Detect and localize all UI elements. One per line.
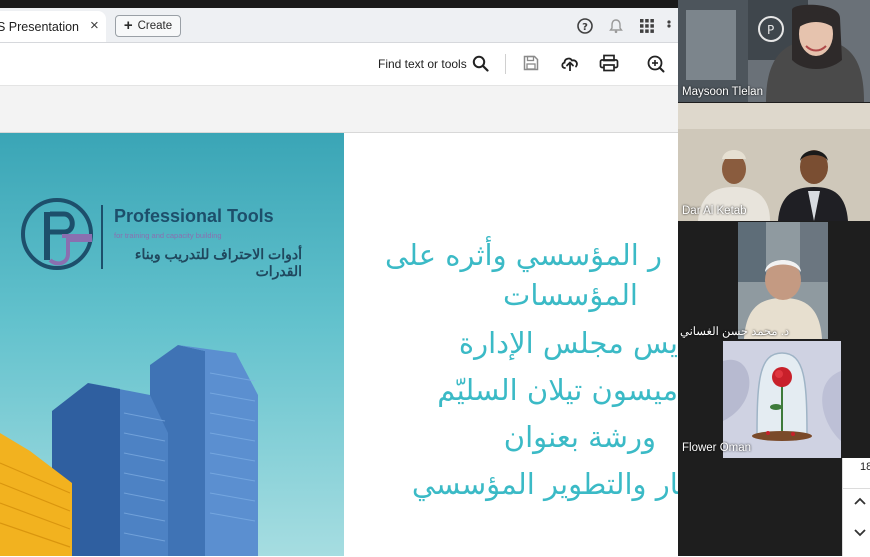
chevron-up-icon[interactable] (854, 496, 866, 506)
slide-image-panel (0, 133, 344, 556)
scroll-separator (842, 488, 870, 489)
participant-tile-2[interactable]: Dar Al Ketab (678, 103, 870, 221)
help-icon[interactable]: ? (577, 18, 593, 34)
plus-icon: + (123, 17, 133, 34)
participant-name-3: د. محمد حسن الغساني (680, 326, 790, 338)
participant-video-2 (678, 103, 870, 221)
slide-line-5: ورشة بعنوان (503, 420, 656, 454)
chevron-down-icon[interactable] (854, 528, 866, 538)
search-icon[interactable] (472, 55, 489, 72)
participant-tile-4[interactable] (723, 341, 841, 458)
create-label: Create (137, 20, 173, 32)
slide-line-2: المؤسسات (503, 278, 638, 312)
participant-name-1: Maysoon Tlelan (682, 86, 763, 98)
logo-title: Professional Tools (114, 206, 274, 226)
participant-name-2: Dar Al Ketab (682, 205, 747, 217)
save-icon[interactable] (522, 54, 540, 72)
participant-tile-1[interactable]: P Maysoon Tlelan (678, 0, 870, 102)
bell-icon[interactable] (608, 18, 624, 34)
slide-line-4: ميسون تيلان السليّم (437, 373, 678, 407)
reader-toolbar: Find text or tools (0, 43, 678, 86)
print-icon[interactable] (599, 54, 619, 72)
scroll-divider (842, 458, 843, 556)
cloud-upload-icon[interactable] (560, 54, 580, 72)
more-options-icon[interactable] (666, 18, 678, 34)
tab-title: S Presentation (0, 19, 79, 34)
slide-line-3: يس مجلس الإدارة (458, 326, 678, 360)
logo-divider (101, 205, 103, 269)
participant-tile-3[interactable] (738, 222, 828, 339)
toolbar-divider (505, 54, 506, 74)
participant-video-4 (723, 341, 841, 458)
logo-arabic-title: أدوات الاحتراف للتدريب وبناء القدرات (134, 246, 302, 279)
slide-line-1: ر المؤسسي وأثره على (384, 238, 662, 272)
svg-text:P: P (767, 23, 774, 37)
logo-subtitle: for training and capacity building (114, 231, 222, 240)
apps-grid-icon[interactable] (639, 18, 655, 34)
tab-close-icon[interactable]: × (90, 17, 99, 34)
pt-logo-icon (21, 198, 93, 270)
participant-name-4: Flower Oman (682, 442, 752, 454)
find-text-or-tools-button[interactable]: Find text or tools (378, 57, 467, 71)
tab-bar: S Presentation × + Create ? (0, 8, 678, 43)
page-number: 18 (860, 461, 870, 473)
participant-video-3 (738, 222, 828, 339)
create-button[interactable]: + Create (115, 15, 181, 37)
tab-presentation[interactable]: S Presentation × (0, 11, 106, 42)
search-plus-icon[interactable] (646, 54, 666, 74)
svg-text:?: ? (582, 22, 588, 33)
